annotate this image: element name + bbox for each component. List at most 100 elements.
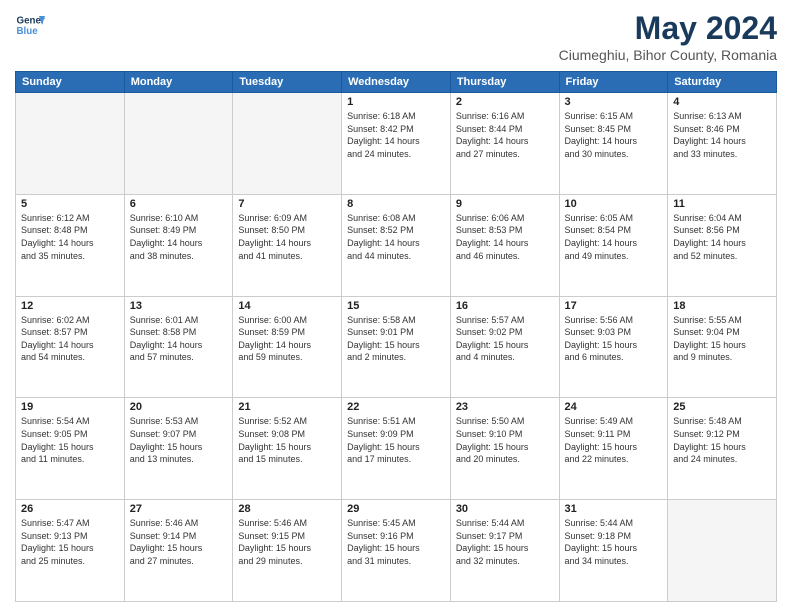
day-info: Sunrise: 5:49 AM Sunset: 9:11 PM Dayligh… <box>565 415 663 465</box>
calendar-header-row: Sunday Monday Tuesday Wednesday Thursday… <box>16 72 777 93</box>
day-number: 10 <box>565 198 663 210</box>
day-number: 17 <box>565 300 663 312</box>
day-number: 9 <box>456 198 554 210</box>
calendar-week-row: 1 Sunrise: 6:18 AM Sunset: 8:42 PM Daylig… <box>16 93 777 195</box>
day-info: Sunrise: 6:05 AM Sunset: 8:54 PM Dayligh… <box>565 212 663 262</box>
day-info: Sunrise: 5:45 AM Sunset: 9:16 PM Dayligh… <box>347 517 445 567</box>
page: General Blue May 2024 Ciumeghiu, Bihor C… <box>0 0 792 612</box>
day-info: Sunrise: 6:08 AM Sunset: 8:52 PM Dayligh… <box>347 212 445 262</box>
day-number: 8 <box>347 198 445 210</box>
day-info: Sunrise: 5:52 AM Sunset: 9:08 PM Dayligh… <box>238 415 336 465</box>
day-info: Sunrise: 5:51 AM Sunset: 9:09 PM Dayligh… <box>347 415 445 465</box>
day-info: Sunrise: 6:15 AM Sunset: 8:45 PM Dayligh… <box>565 110 663 160</box>
col-saturday: Saturday <box>668 72 777 93</box>
col-tuesday: Tuesday <box>233 72 342 93</box>
calendar-cell: 31 Sunrise: 5:44 AM Sunset: 9:18 PM Dayli… <box>559 500 668 602</box>
day-number: 1 <box>347 96 445 108</box>
header: General Blue May 2024 Ciumeghiu, Bihor C… <box>15 10 777 63</box>
day-info: Sunrise: 5:56 AM Sunset: 9:03 PM Dayligh… <box>565 314 663 364</box>
calendar-cell <box>124 93 233 195</box>
calendar-cell: 19 Sunrise: 5:54 AM Sunset: 9:05 PM Dayli… <box>16 398 125 500</box>
calendar-cell <box>233 93 342 195</box>
calendar-cell: 23 Sunrise: 5:50 AM Sunset: 9:10 PM Dayli… <box>450 398 559 500</box>
calendar-cell: 13 Sunrise: 6:01 AM Sunset: 8:58 PM Dayli… <box>124 296 233 398</box>
day-number: 29 <box>347 503 445 515</box>
day-number: 27 <box>130 503 228 515</box>
calendar-week-row: 5Sunrise: 6:12 AM Sunset: 8:48 PM Daylig… <box>16 194 777 296</box>
calendar-cell: 26Sunrise: 5:47 AM Sunset: 9:13 PM Dayli… <box>16 500 125 602</box>
day-number: 11 <box>673 198 771 210</box>
svg-text:Blue: Blue <box>17 26 39 37</box>
calendar-cell: 8 Sunrise: 6:08 AM Sunset: 8:52 PM Daylig… <box>342 194 451 296</box>
day-info: Sunrise: 6:09 AM Sunset: 8:50 PM Dayligh… <box>238 212 336 262</box>
day-number: 13 <box>130 300 228 312</box>
day-number: 20 <box>130 401 228 413</box>
day-info: Sunrise: 6:06 AM Sunset: 8:53 PM Dayligh… <box>456 212 554 262</box>
col-friday: Friday <box>559 72 668 93</box>
logo: General Blue <box>15 10 45 40</box>
calendar-cell: 22Sunrise: 5:51 AM Sunset: 9:09 PM Dayli… <box>342 398 451 500</box>
day-info: Sunrise: 6:00 AM Sunset: 8:59 PM Dayligh… <box>238 314 336 364</box>
day-info: Sunrise: 5:47 AM Sunset: 9:13 PM Dayligh… <box>21 517 119 567</box>
col-thursday: Thursday <box>450 72 559 93</box>
day-info: Sunrise: 5:58 AM Sunset: 9:01 PM Dayligh… <box>347 314 445 364</box>
day-info: Sunrise: 5:48 AM Sunset: 9:12 PM Dayligh… <box>673 415 771 465</box>
calendar-cell: 6Sunrise: 6:10 AM Sunset: 8:49 PM Daylig… <box>124 194 233 296</box>
day-number: 3 <box>565 96 663 108</box>
day-number: 28 <box>238 503 336 515</box>
day-info: Sunrise: 6:18 AM Sunset: 8:42 PM Dayligh… <box>347 110 445 160</box>
calendar-cell: 24 Sunrise: 5:49 AM Sunset: 9:11 PM Dayli… <box>559 398 668 500</box>
day-info: Sunrise: 6:02 AM Sunset: 8:57 PM Dayligh… <box>21 314 119 364</box>
calendar-cell: 1 Sunrise: 6:18 AM Sunset: 8:42 PM Daylig… <box>342 93 451 195</box>
day-number: 2 <box>456 96 554 108</box>
calendar-cell: 7Sunrise: 6:09 AM Sunset: 8:50 PM Daylig… <box>233 194 342 296</box>
calendar-cell: 5Sunrise: 6:12 AM Sunset: 8:48 PM Daylig… <box>16 194 125 296</box>
day-info: Sunrise: 6:10 AM Sunset: 8:49 PM Dayligh… <box>130 212 228 262</box>
day-info: Sunrise: 5:44 AM Sunset: 9:17 PM Dayligh… <box>456 517 554 567</box>
day-info: Sunrise: 6:13 AM Sunset: 8:46 PM Dayligh… <box>673 110 771 160</box>
col-sunday: Sunday <box>16 72 125 93</box>
calendar-cell: 20 Sunrise: 5:53 AM Sunset: 9:07 PM Dayli… <box>124 398 233 500</box>
day-number: 23 <box>456 401 554 413</box>
day-number: 31 <box>565 503 663 515</box>
col-wednesday: Wednesday <box>342 72 451 93</box>
day-info: Sunrise: 5:54 AM Sunset: 9:05 PM Dayligh… <box>21 415 119 465</box>
day-number: 18 <box>673 300 771 312</box>
day-info: Sunrise: 5:50 AM Sunset: 9:10 PM Dayligh… <box>456 415 554 465</box>
day-number: 24 <box>565 401 663 413</box>
day-info: Sunrise: 6:04 AM Sunset: 8:56 PM Dayligh… <box>673 212 771 262</box>
calendar-cell: 16 Sunrise: 5:57 AM Sunset: 9:02 PM Dayli… <box>450 296 559 398</box>
calendar-cell: 29 Sunrise: 5:45 AM Sunset: 9:16 PM Dayli… <box>342 500 451 602</box>
day-number: 4 <box>673 96 771 108</box>
day-number: 25 <box>673 401 771 413</box>
calendar-cell: 14Sunrise: 6:00 AM Sunset: 8:59 PM Dayli… <box>233 296 342 398</box>
day-info: Sunrise: 5:44 AM Sunset: 9:18 PM Dayligh… <box>565 517 663 567</box>
calendar-cell: 4 Sunrise: 6:13 AM Sunset: 8:46 PM Daylig… <box>668 93 777 195</box>
calendar-cell: 25 Sunrise: 5:48 AM Sunset: 9:12 PM Dayli… <box>668 398 777 500</box>
day-number: 19 <box>21 401 119 413</box>
day-number: 12 <box>21 300 119 312</box>
calendar-cell: 15 Sunrise: 5:58 AM Sunset: 9:01 PM Dayli… <box>342 296 451 398</box>
calendar-cell: 9 Sunrise: 6:06 AM Sunset: 8:53 PM Daylig… <box>450 194 559 296</box>
day-info: Sunrise: 6:16 AM Sunset: 8:44 PM Dayligh… <box>456 110 554 160</box>
col-monday: Monday <box>124 72 233 93</box>
day-number: 16 <box>456 300 554 312</box>
calendar-cell: 11 Sunrise: 6:04 AM Sunset: 8:56 PM Dayli… <box>668 194 777 296</box>
calendar-week-row: 12 Sunrise: 6:02 AM Sunset: 8:57 PM Dayli… <box>16 296 777 398</box>
day-number: 30 <box>456 503 554 515</box>
calendar-week-row: 19 Sunrise: 5:54 AM Sunset: 9:05 PM Dayli… <box>16 398 777 500</box>
calendar-cell: 2 Sunrise: 6:16 AM Sunset: 8:44 PM Daylig… <box>450 93 559 195</box>
day-info: Sunrise: 5:46 AM Sunset: 9:15 PM Dayligh… <box>238 517 336 567</box>
month-title: May 2024 <box>559 10 777 47</box>
day-number: 15 <box>347 300 445 312</box>
day-info: Sunrise: 6:01 AM Sunset: 8:58 PM Dayligh… <box>130 314 228 364</box>
calendar-cell: 3 Sunrise: 6:15 AM Sunset: 8:45 PM Daylig… <box>559 93 668 195</box>
title-block: May 2024 Ciumeghiu, Bihor County, Romani… <box>559 10 777 63</box>
logo-icon: General Blue <box>15 10 45 40</box>
day-info: Sunrise: 5:53 AM Sunset: 9:07 PM Dayligh… <box>130 415 228 465</box>
day-info: Sunrise: 5:57 AM Sunset: 9:02 PM Dayligh… <box>456 314 554 364</box>
calendar-cell: 30 Sunrise: 5:44 AM Sunset: 9:17 PM Dayli… <box>450 500 559 602</box>
day-info: Sunrise: 5:55 AM Sunset: 9:04 PM Dayligh… <box>673 314 771 364</box>
day-number: 5 <box>21 198 119 210</box>
day-info: Sunrise: 5:46 AM Sunset: 9:14 PM Dayligh… <box>130 517 228 567</box>
